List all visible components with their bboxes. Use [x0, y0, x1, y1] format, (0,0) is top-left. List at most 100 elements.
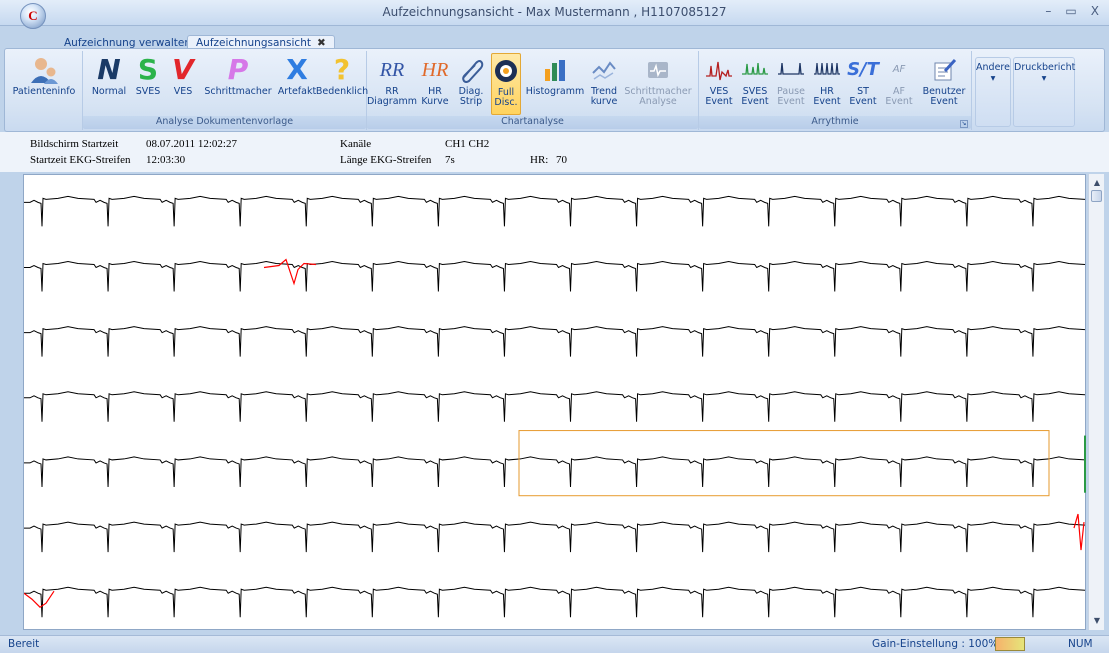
document-tabs: Aufzeichnung verwalten Aufzeichnungsansi…	[0, 26, 1109, 55]
hr-event-icon	[813, 53, 841, 87]
recording-info: Bildschirm Startzeit 08.07.2011 12:02:27…	[0, 132, 1109, 172]
rr-icon: RR	[379, 59, 405, 81]
group-patient: Patienteninfo	[5, 51, 83, 130]
ecg-trace-row	[24, 260, 1086, 292]
ves-icon: V	[172, 53, 194, 86]
ecg-trace-row	[24, 586, 1086, 618]
question-icon: ?	[333, 53, 351, 86]
status-bar: Bereit Gain-Einstellung : 100% NUM	[0, 635, 1109, 653]
chevron-down-icon: ▾	[1041, 73, 1047, 84]
andere-label: Andere	[976, 62, 1010, 73]
app-menu-button[interactable]: C	[20, 3, 46, 29]
channels-label: Kanäle	[340, 138, 372, 150]
pause-event-icon	[777, 53, 805, 87]
scroll-down-icon[interactable]: ▼	[1089, 614, 1105, 628]
ecg-trace-row	[24, 326, 1086, 357]
artifact-icon: X	[286, 53, 308, 86]
close-button[interactable]: X	[1091, 4, 1099, 18]
event-label: Event	[885, 96, 913, 107]
af-event-button[interactable]: AF AF Event	[883, 53, 915, 115]
screen-start-label: Bildschirm Startzeit	[30, 138, 119, 150]
strip-length-label: Länge EKG-Streifen	[340, 154, 432, 166]
pause-event-button[interactable]: Pause Event	[775, 53, 807, 115]
ecg-full-disclosure-view[interactable]	[23, 174, 1086, 630]
rr-diagramm-button[interactable]: RR RR Diagramm	[367, 53, 417, 115]
diag-strip-button[interactable]: Diag. Strip	[455, 53, 487, 115]
paperclip-icon	[458, 53, 484, 87]
kurve-label: kurve	[590, 96, 618, 107]
ribbon: Patienteninfo N Normal S SVES V VES P Sc…	[4, 48, 1105, 132]
benutzer-event-button[interactable]: Benutzer Event	[921, 53, 967, 115]
histogram-icon	[542, 53, 568, 87]
event-label: Event	[777, 96, 805, 107]
schrittmacher-button[interactable]: P Schrittmacher	[201, 53, 275, 115]
group-label-analyse: Analyse Dokumentenvorlage	[83, 116, 366, 129]
druckbericht-dropdown[interactable]: Druckbericht ▾	[1013, 57, 1075, 127]
ecg-trace-row	[24, 456, 1086, 487]
ves-label: VES	[173, 86, 193, 97]
st-event-button[interactable]: S/T ST Event	[847, 53, 879, 115]
screen-start-value: 08.07.2011 12:02:27	[146, 138, 237, 150]
druckbericht-label: Druckbericht	[1014, 62, 1076, 73]
normal-button[interactable]: N Normal	[91, 53, 127, 115]
strip-label: Strip	[459, 96, 483, 107]
channels-value: CH1 CH2	[445, 138, 490, 150]
event-label: Event	[705, 96, 733, 107]
hr-kurve-button[interactable]: HR HR Kurve	[419, 53, 451, 115]
schrittmacher-analyse-button[interactable]: Schrittmacher Analyse	[623, 53, 693, 115]
patienteninfo-button[interactable]: Patienteninfo	[9, 53, 79, 115]
event-label: Event	[930, 96, 958, 107]
scroll-up-icon[interactable]: ▲	[1089, 176, 1105, 190]
bedenklich-label: Bedenklich	[315, 86, 369, 97]
hr-value: 70	[556, 154, 567, 166]
ves-event-icon	[705, 53, 733, 87]
full-disc-button[interactable]: Full Disc.	[491, 53, 521, 115]
event-label: Event	[813, 96, 841, 107]
artefakt-label: Artefakt	[277, 86, 317, 97]
sves-label: SVES	[135, 86, 161, 97]
app-logo-icon: C	[28, 8, 38, 23]
view-mode-icon[interactable]	[995, 637, 1025, 651]
sves-button[interactable]: S SVES	[131, 53, 165, 115]
artefakt-button[interactable]: X Artefakt	[275, 53, 319, 115]
normal-icon: N	[97, 53, 121, 86]
bedenklich-button[interactable]: ? Bedenklich	[315, 53, 369, 115]
pacemaker-icon: P	[227, 53, 249, 86]
trend-kurve-button[interactable]: Trend kurve	[589, 53, 619, 115]
ecg-trace-row	[24, 195, 1086, 227]
gain-setting: Gain-Einstellung : 100%	[872, 638, 999, 650]
disc-icon	[493, 54, 519, 88]
vertical-scrollbar[interactable]: ▲ ▼	[1088, 174, 1104, 630]
af-icon: AF	[892, 64, 906, 75]
sves-event-button[interactable]: SVES Event	[739, 53, 771, 115]
scroll-thumb[interactable]	[1091, 190, 1102, 202]
user-event-icon	[931, 53, 957, 87]
ves-button[interactable]: V VES	[169, 53, 197, 115]
ves-event-button[interactable]: VES Event	[703, 53, 735, 115]
event-label: Event	[849, 96, 877, 107]
num-lock-indicator: NUM	[1068, 638, 1093, 650]
analyse-label: Analyse	[639, 96, 677, 107]
hr-icon: HR	[421, 59, 449, 81]
schrittmacher-label: Schrittmacher	[204, 86, 272, 97]
sves-event-icon	[741, 53, 769, 87]
strip-selection-box[interactable]	[518, 430, 1050, 497]
kurve-label: Kurve	[421, 96, 449, 107]
group-label-arrythmie: Arrythmie	[699, 116, 971, 129]
strip-start-value: 12:03:30	[146, 154, 186, 166]
chevron-down-icon: ▾	[990, 73, 996, 84]
histogramm-button[interactable]: Histogramm	[525, 53, 585, 115]
hr-event-button[interactable]: HR Event	[811, 53, 843, 115]
pacemaker-analysis-icon	[645, 53, 671, 87]
normal-label: Normal	[91, 86, 127, 97]
minimize-button[interactable]: –	[1045, 4, 1051, 18]
dialog-launcher-icon[interactable]: ↘	[960, 120, 968, 128]
andere-dropdown[interactable]: Andere ▾	[975, 57, 1011, 127]
hr-label: HR:	[530, 154, 549, 166]
maximize-button[interactable]: ▭	[1065, 4, 1076, 18]
ecg-traces[interactable]	[24, 175, 1087, 631]
ecg-trace-row	[24, 521, 1086, 553]
group-analyse: N Normal S SVES V VES P Schrittmacher X …	[83, 51, 369, 130]
event-marker-highlight[interactable]	[1073, 513, 1085, 551]
group-chartanalyse: RR RR Diagramm HR HR Kurve Diag. Strip F…	[367, 51, 699, 130]
